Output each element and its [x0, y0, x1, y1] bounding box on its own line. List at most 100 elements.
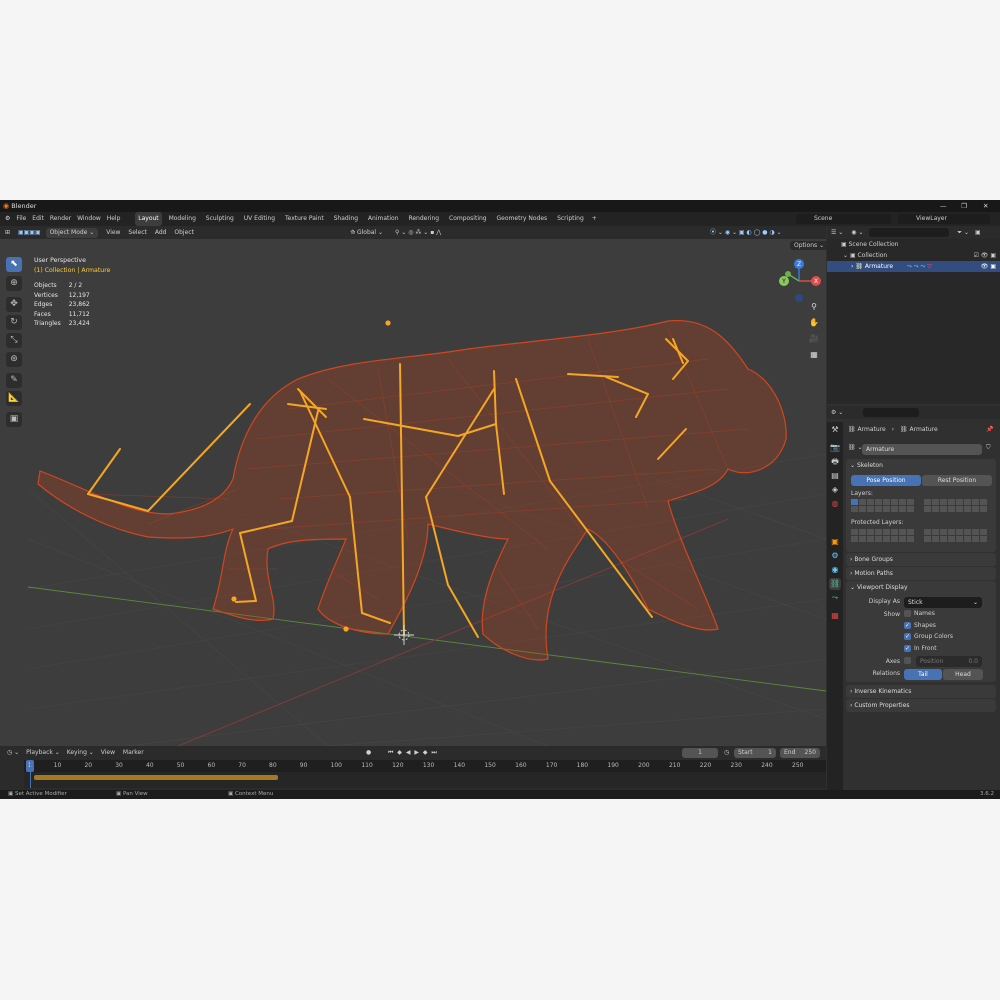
armature-data-tab-icon[interactable]: ⛓: [829, 578, 841, 590]
scale-tool-icon[interactable]: ⤡: [6, 333, 22, 348]
blender-menu-icon[interactable]: ⚙: [5, 212, 10, 226]
menu-file[interactable]: File: [16, 212, 26, 226]
menu-marker[interactable]: Marker: [123, 746, 144, 760]
collection-visibility-icons[interactable]: ☑ 👁 ▣: [974, 250, 996, 261]
keyframe-area[interactable]: [24, 760, 826, 788]
texture-tab-icon[interactable]: ▦: [829, 610, 841, 622]
minimize-icon[interactable]: —: [940, 200, 947, 212]
pin-icon[interactable]: 📌: [986, 426, 993, 433]
physics-tab-icon[interactable]: ◉: [829, 564, 841, 576]
data-browse-icon[interactable]: ⛓ ⌄: [848, 444, 863, 451]
axes-position-field[interactable]: Position 0.0: [916, 656, 982, 667]
zoom-icon[interactable]: ⚲: [806, 300, 822, 314]
menu-add[interactable]: Add: [155, 226, 167, 239]
tree-scene-collection[interactable]: ▣ Scene Collection: [827, 239, 1000, 250]
timeline-editor-icon[interactable]: ◷ ⌄: [7, 746, 19, 760]
relations-tail-button[interactable]: Tail: [904, 669, 942, 680]
snap-icons[interactable]: ⚲ ⌄ ◎ ⁂ ⌄ ▪ ⋀: [395, 226, 441, 239]
record-icon[interactable]: ●: [366, 746, 371, 760]
layers-grid-right[interactable]: [924, 499, 987, 512]
display-mode-icon[interactable]: ◉ ⌄: [851, 229, 863, 236]
outliner-editor-icon[interactable]: ☰ ⌄: [831, 229, 843, 236]
viewport-3d[interactable]: [28, 239, 826, 746]
tree-armature[interactable]: › ⛓ Armature ⤳ ⤳ ⤳ ▽ 👁 ▣: [827, 261, 1000, 272]
add-cube-tool-icon[interactable]: ▣: [6, 412, 22, 427]
display-as-dropdown[interactable]: Stick ⌄: [904, 597, 982, 608]
camera-view-icon[interactable]: 🎥: [806, 332, 822, 346]
cursor-tool-icon[interactable]: ⊕: [6, 276, 22, 291]
select-mode-icons[interactable]: ▣▣▣▣: [18, 226, 41, 239]
current-frame-field[interactable]: 1: [682, 748, 718, 758]
properties-editor-icon[interactable]: ⚙ ⌄: [831, 409, 843, 416]
in-front-checkbox[interactable]: ✓ In Front: [904, 645, 937, 652]
menu-timeline-view[interactable]: View: [101, 746, 115, 760]
scene-selector[interactable]: Scene: [796, 214, 891, 224]
modifier-tab-icon[interactable]: ⚙: [829, 550, 841, 562]
object-tab-icon[interactable]: ▣: [829, 536, 841, 548]
tool-tab-icon[interactable]: ⚒: [829, 424, 841, 436]
protected-grid-left[interactable]: [851, 529, 914, 542]
menu-view[interactable]: View: [106, 226, 120, 239]
menu-help[interactable]: Help: [107, 212, 121, 226]
shapes-checkbox[interactable]: ✓ Shapes: [904, 622, 936, 629]
measure-tool-icon[interactable]: 📐: [6, 391, 22, 406]
armature-name-field[interactable]: Armature: [862, 444, 982, 455]
outliner-search-field[interactable]: [869, 228, 950, 237]
tab-rendering[interactable]: Rendering: [405, 212, 442, 226]
move-tool-icon[interactable]: ✥: [6, 297, 22, 312]
custom-properties-panel[interactable]: › Custom Properties: [846, 699, 996, 712]
new-collection-icon[interactable]: ▣: [975, 229, 981, 236]
world-tab-icon[interactable]: ◍: [829, 498, 841, 510]
editor-type-icon[interactable]: ⊞: [5, 226, 10, 239]
menu-playback[interactable]: Playback ⌄: [26, 746, 60, 760]
fake-user-icon[interactable]: ⛉: [986, 444, 991, 452]
view-layer-tab-icon[interactable]: ▤: [829, 470, 841, 482]
rotate-tool-icon[interactable]: ↻: [6, 315, 22, 330]
end-frame-field[interactable]: End 250: [780, 748, 820, 758]
tab-modeling[interactable]: Modeling: [166, 212, 199, 226]
transform-orientation-dropdown[interactable]: ⟰ Global ⌄: [350, 226, 383, 239]
bone-groups-panel[interactable]: › Bone Groups: [846, 553, 996, 566]
perspective-grid-icon[interactable]: ▦: [806, 348, 822, 362]
skeleton-panel-header[interactable]: ⌄ Skeleton: [846, 459, 996, 472]
menu-keying[interactable]: Keying ⌄: [67, 746, 94, 760]
motion-paths-panel[interactable]: › Motion Paths: [846, 567, 996, 580]
relations-head-button[interactable]: Head: [943, 669, 983, 680]
tab-shading[interactable]: Shading: [331, 212, 361, 226]
expand-icon[interactable]: ›: [851, 263, 853, 270]
render-tab-icon[interactable]: 📷: [829, 442, 841, 454]
inverse-kinematics-panel[interactable]: › Inverse Kinematics: [846, 685, 996, 698]
armature-visibility-icons[interactable]: 👁 ▣: [981, 261, 996, 272]
output-tab-icon[interactable]: 🖶: [829, 456, 841, 468]
view-layer-selector[interactable]: ViewLayer: [898, 214, 990, 224]
tab-texture-paint[interactable]: Texture Paint: [282, 212, 327, 226]
tab-compositing[interactable]: Compositing: [446, 212, 490, 226]
layers-grid-left[interactable]: [851, 499, 914, 512]
names-checkbox[interactable]: Names: [904, 610, 935, 617]
menu-edit[interactable]: Edit: [32, 212, 44, 226]
tab-animation[interactable]: Animation: [365, 212, 402, 226]
scene-tab-icon[interactable]: ◈: [829, 484, 841, 496]
tab-geometry-nodes[interactable]: Geometry Nodes: [494, 212, 551, 226]
tab-scripting[interactable]: Scripting: [554, 212, 587, 226]
menu-window[interactable]: Window: [77, 212, 101, 226]
tree-collection[interactable]: ⌄ ▣ Collection ☑ 👁 ▣: [827, 250, 1000, 261]
options-dropdown[interactable]: Options ⌄: [790, 241, 829, 250]
mode-dropdown[interactable]: Object Mode ⌄: [45, 227, 99, 238]
pose-position-button[interactable]: Pose Position: [851, 475, 921, 486]
playback-controls[interactable]: ⏮ ◆ ◀ ▶ ◆ ⏭: [388, 746, 438, 760]
menu-render[interactable]: Render: [50, 212, 71, 226]
menu-object[interactable]: Object: [174, 226, 194, 239]
frame-ruler[interactable]: 1102030405060708090100110120130140150160…: [24, 760, 826, 772]
rest-position-button[interactable]: Rest Position: [922, 475, 992, 486]
viewport-display-header[interactable]: ⌄ Viewport Display: [846, 581, 996, 594]
pan-hand-icon[interactable]: ✋: [806, 316, 822, 330]
navigation-gizmo[interactable]: Z X Y: [776, 258, 822, 304]
axes-checkbox[interactable]: [904, 657, 914, 664]
tab-sculpting[interactable]: Sculpting: [203, 212, 237, 226]
tab-layout[interactable]: Layout: [135, 212, 162, 226]
menu-select[interactable]: Select: [128, 226, 147, 239]
tab-uv-editing[interactable]: UV Editing: [241, 212, 278, 226]
maximize-icon[interactable]: ❐: [961, 200, 967, 212]
bone-tab-icon[interactable]: ⤳: [829, 592, 841, 604]
